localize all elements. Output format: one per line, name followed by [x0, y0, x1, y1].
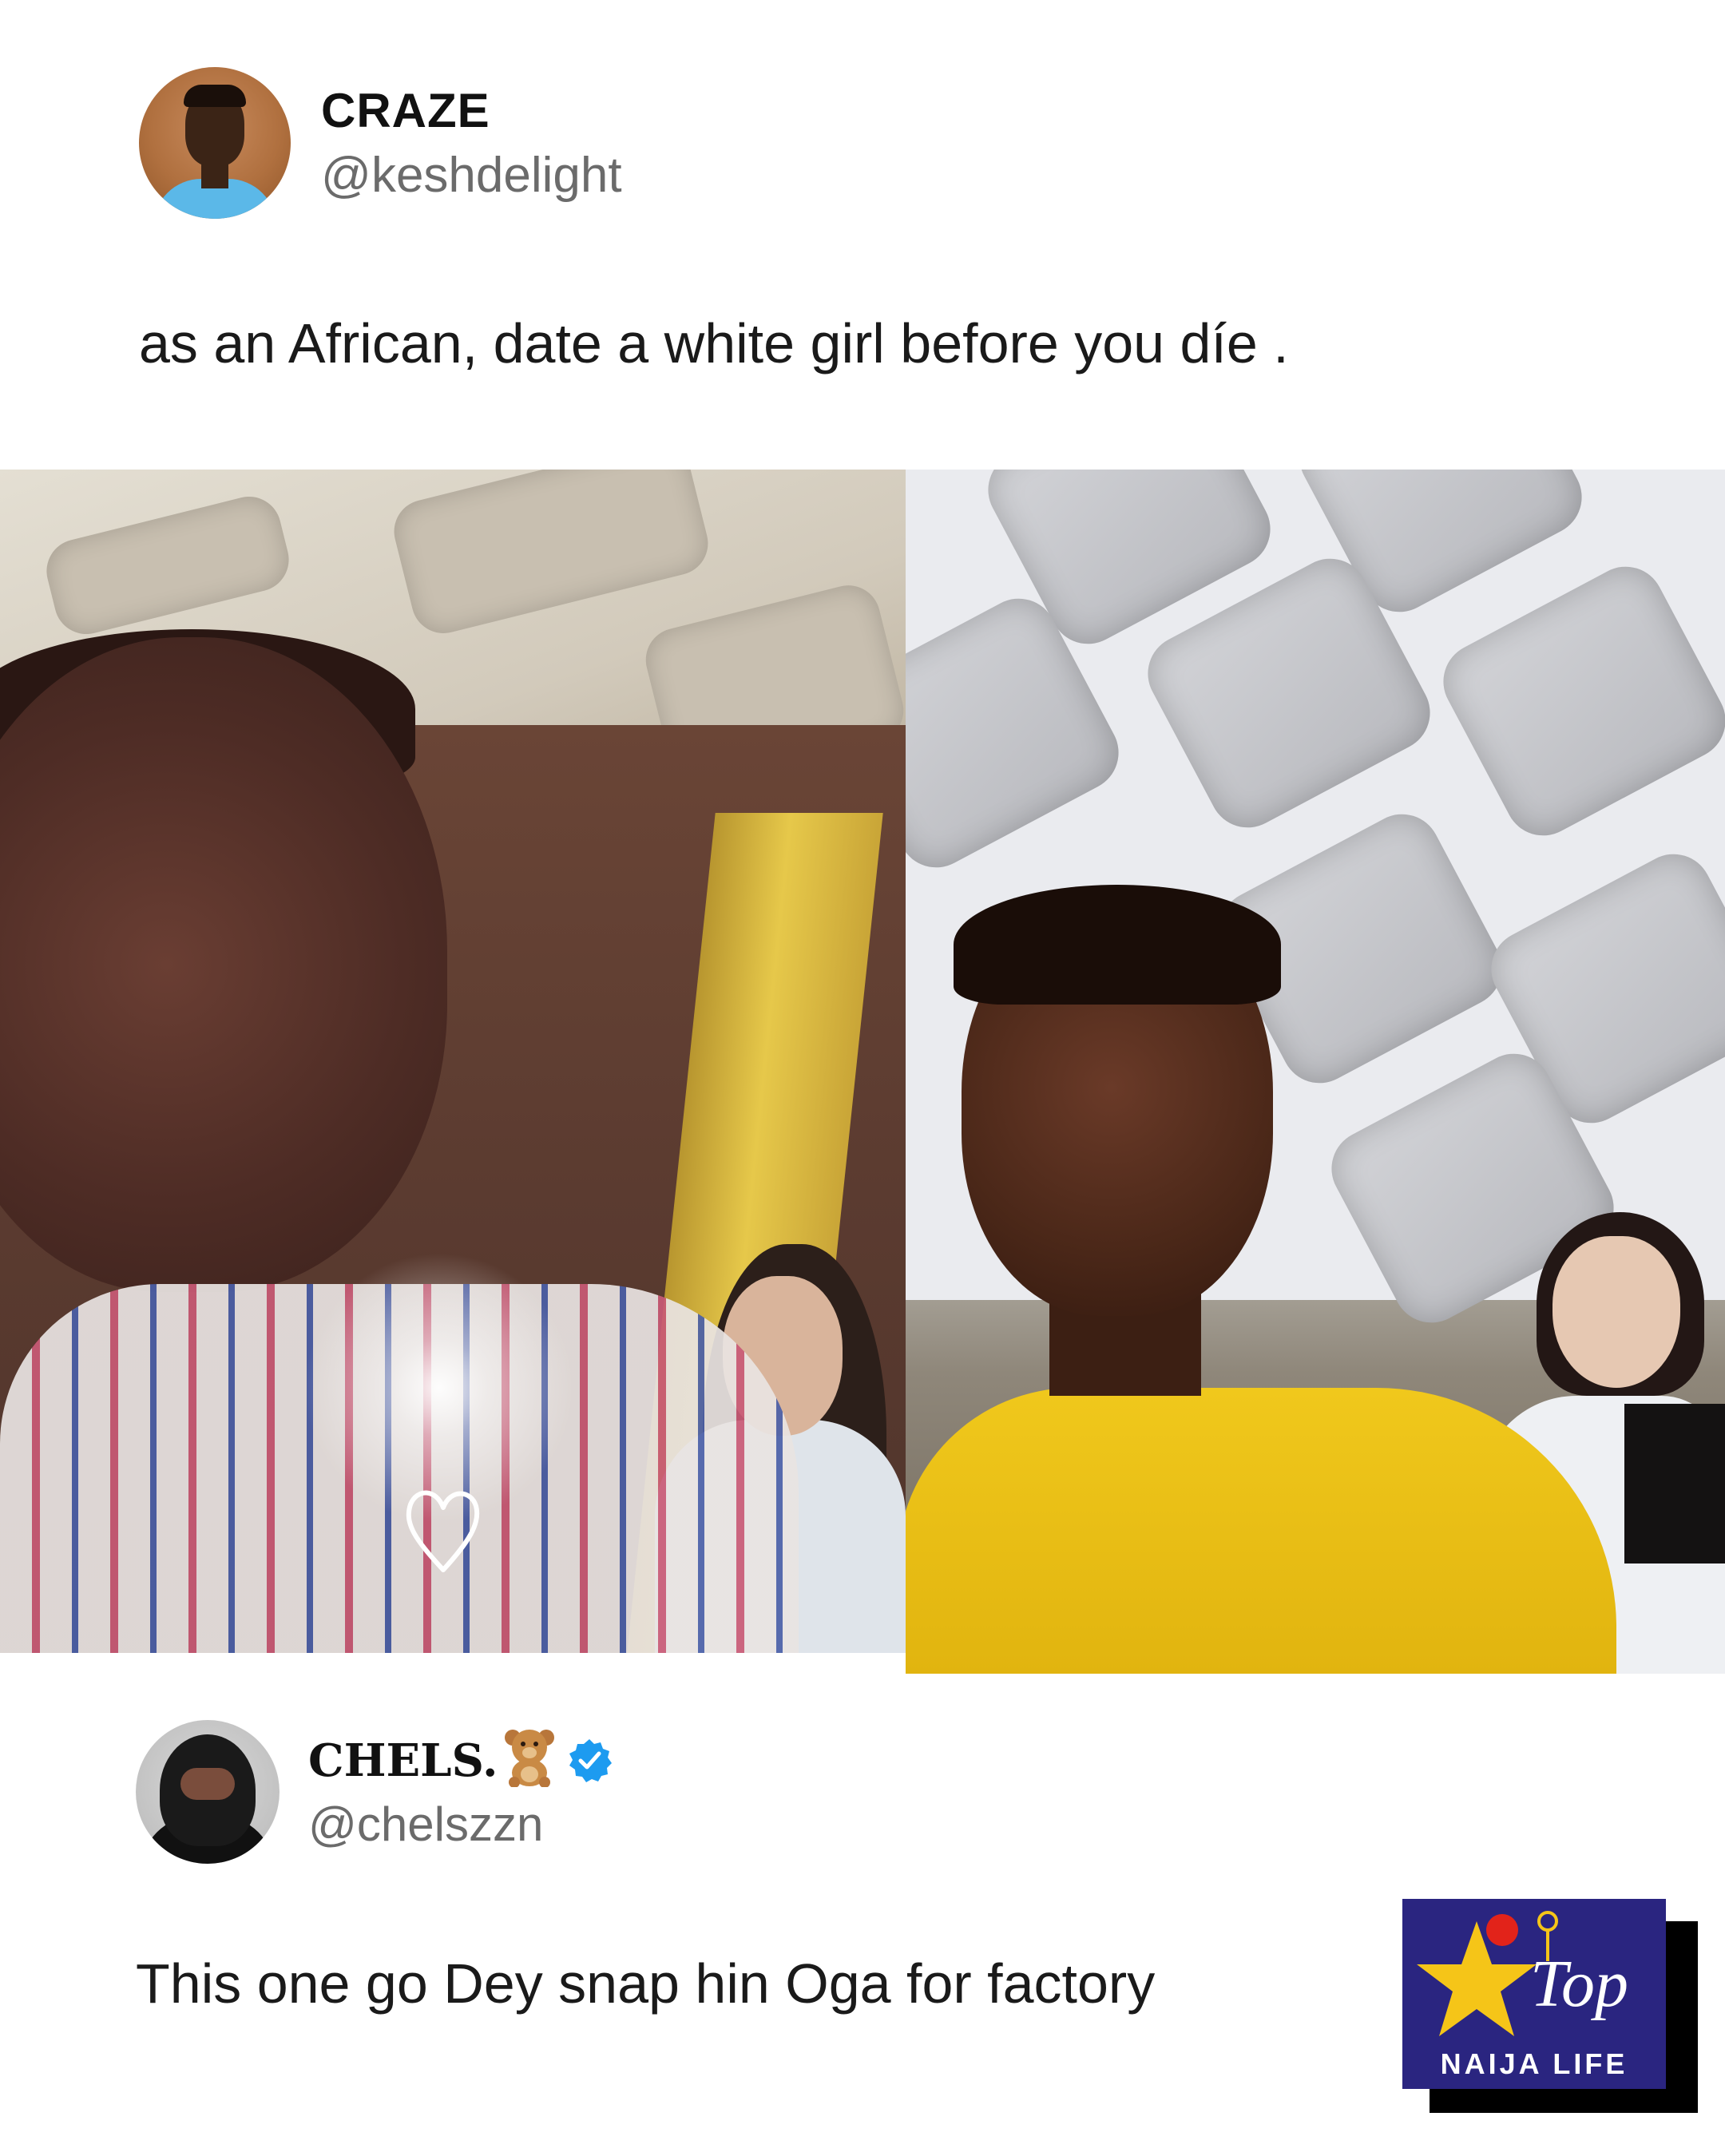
meme-post: CRAZE @keshdelight as an African, date a…	[0, 0, 1725, 2156]
red-dot-icon	[1486, 1914, 1518, 1946]
logo-sub-text: NAIJA LIFE	[1440, 2047, 1628, 2080]
logo-main-text: Top	[1530, 1947, 1629, 2021]
top-naija-life-logo: Top NAIJA LIFE	[1402, 1899, 1666, 2089]
heart-doodle-icon	[406, 1490, 480, 1572]
tweet1-text: as an African, date a white girl before …	[139, 312, 1289, 375]
tweet2-handle[interactable]: @chelszzn	[308, 1797, 543, 1852]
craze-avatar[interactable]	[139, 67, 291, 219]
teddy-bear-icon	[505, 1730, 554, 1787]
tweet1-display-name[interactable]: CRAZE	[321, 83, 490, 138]
chels-avatar[interactable]	[136, 1720, 280, 1864]
star-icon	[1417, 1921, 1537, 2036]
tweet2-display-name[interactable]: CHELS.	[308, 1734, 498, 1787]
tweet1-photo-right[interactable]	[906, 470, 1725, 1674]
verified-badge-icon	[569, 1739, 612, 1782]
tweet2-text: This one go Dey snap hin Oga for factory	[136, 1952, 1156, 2015]
tweet1-handle[interactable]: @keshdelight	[321, 147, 622, 204]
tweet1-photo-left[interactable]	[0, 470, 906, 1653]
